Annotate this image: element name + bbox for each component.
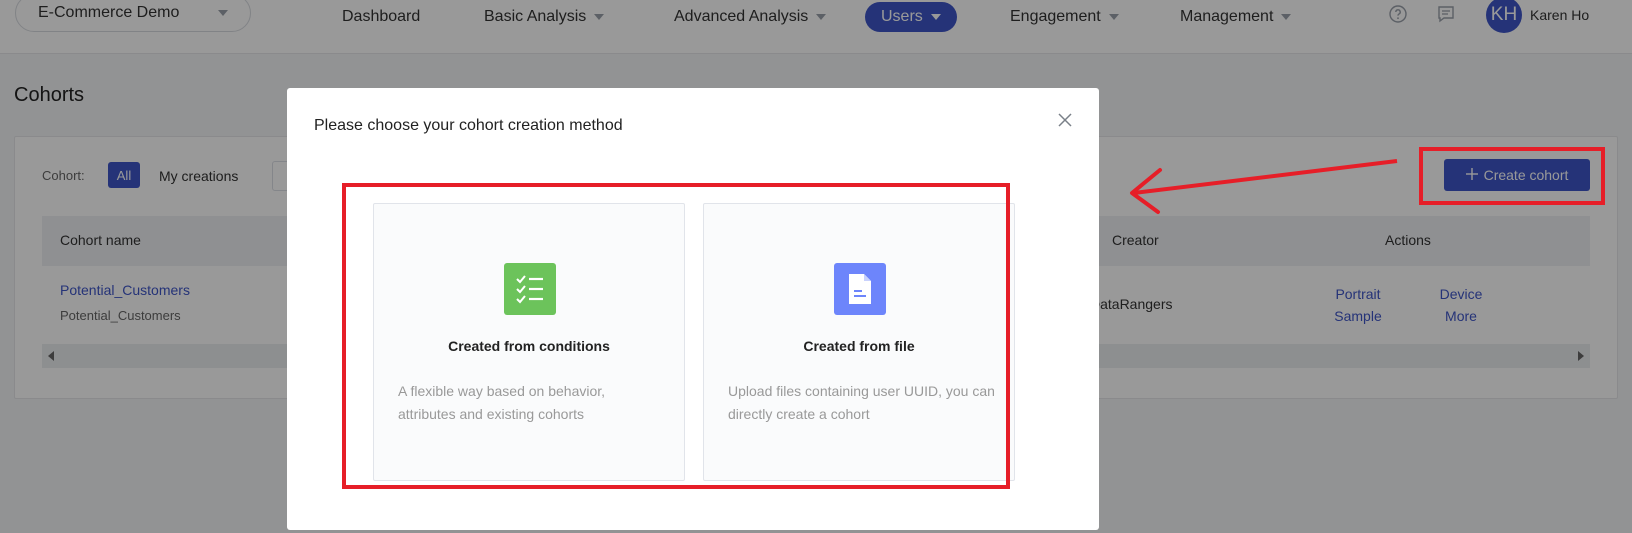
annotation-highlight-options [342, 183, 1010, 489]
close-icon[interactable] [1055, 110, 1075, 130]
modal-title: Please choose your cohort creation metho… [314, 117, 623, 134]
annotation-highlight-create-button [1419, 147, 1605, 205]
